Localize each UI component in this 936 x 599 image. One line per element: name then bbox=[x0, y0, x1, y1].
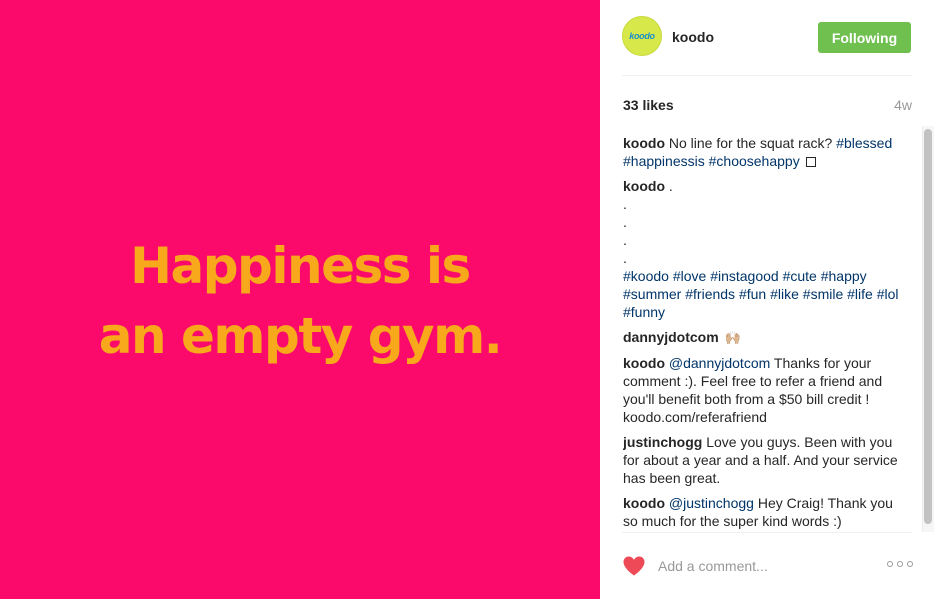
comment-item: justinchogg Love you guys. Been with you… bbox=[623, 433, 903, 487]
hashtag-link[interactable]: #life bbox=[847, 286, 873, 302]
comment-dot-line: . bbox=[623, 196, 627, 212]
comment-item: koodo @dannyjdotcom Thanks for your comm… bbox=[623, 354, 903, 426]
more-dot bbox=[907, 561, 913, 567]
post-image-line-1: Happiness is bbox=[130, 236, 471, 295]
comment-dot-line: . bbox=[623, 250, 627, 266]
post-footer bbox=[622, 532, 913, 599]
comment-item: koodo No line for the squat rack? #bless… bbox=[623, 134, 903, 170]
post-sidebar: koodo koodo Following 33 likes 4w koodo … bbox=[600, 0, 936, 599]
hashtag-link[interactable]: #koodo bbox=[623, 268, 669, 284]
comment-text: . bbox=[665, 178, 673, 194]
post-age[interactable]: 4w bbox=[894, 97, 912, 113]
post-image-line-2: an empty gym. bbox=[98, 306, 503, 365]
raised-hands-icon: 🙌🏼 bbox=[724, 330, 741, 345]
more-options-icon[interactable] bbox=[887, 558, 913, 570]
more-dot bbox=[897, 561, 903, 567]
post-image-text: Happiness is an empty gym. bbox=[98, 231, 503, 371]
post-image[interactable]: Happiness is an empty gym. bbox=[0, 0, 600, 599]
avatar-logo-text: koodo bbox=[629, 31, 655, 41]
hashtag-link[interactable]: #choosehappy bbox=[709, 153, 800, 169]
hashtag-link[interactable]: #blessed bbox=[836, 135, 892, 151]
likes-count[interactable]: 33 likes bbox=[623, 97, 674, 113]
hashtag-link[interactable]: #instagood bbox=[710, 268, 779, 284]
hashtag-link[interactable]: #smile bbox=[803, 286, 843, 302]
hashtag-link[interactable]: #funny bbox=[623, 304, 665, 320]
following-button[interactable]: Following bbox=[818, 22, 911, 53]
comment-username[interactable]: koodo bbox=[623, 355, 665, 371]
more-dot bbox=[887, 561, 893, 567]
post-header: koodo koodo Following bbox=[622, 16, 912, 76]
comments-list: koodo No line for the squat rack? #bless… bbox=[623, 134, 903, 532]
comment-text: No line for the squat rack? bbox=[665, 135, 837, 151]
comment-username[interactable]: koodo bbox=[623, 135, 665, 151]
avatar[interactable]: koodo bbox=[622, 16, 662, 56]
mention-link[interactable]: @justinchogg bbox=[669, 495, 754, 511]
hashtag-link[interactable]: #fun bbox=[739, 286, 766, 302]
comment-item: koodo @justinchogg Hey Craig! Thank you … bbox=[623, 494, 903, 530]
hashtag-link[interactable]: #cute bbox=[783, 268, 817, 284]
comment-username[interactable]: justinchogg bbox=[623, 434, 702, 450]
hashtag-link[interactable]: #happinessis bbox=[623, 153, 705, 169]
hashtag-link[interactable]: #like bbox=[770, 286, 799, 302]
hashtag-link[interactable]: #summer bbox=[623, 286, 681, 302]
add-comment-input[interactable] bbox=[658, 555, 868, 577]
comments-scrollbar-thumb[interactable] bbox=[924, 129, 932, 524]
comment-dot-line: . bbox=[623, 214, 627, 230]
missing-glyph-icon bbox=[805, 157, 816, 167]
heart-filled-icon[interactable] bbox=[622, 554, 646, 578]
comment-dot-line: . bbox=[623, 232, 627, 248]
hashtag-link[interactable]: #friends bbox=[685, 286, 735, 302]
comment-username[interactable]: dannyjdotcom bbox=[623, 329, 719, 345]
mention-link[interactable]: @dannyjdotcom bbox=[669, 355, 770, 371]
comment-username[interactable]: koodo bbox=[623, 495, 665, 511]
comment-item: dannyjdotcom 🙌🏼 bbox=[623, 328, 903, 347]
hashtag-link[interactable]: #lol bbox=[877, 286, 899, 302]
comment-item: koodo . . . . . #koodo #love #instagood … bbox=[623, 177, 903, 321]
post-author-username[interactable]: koodo bbox=[672, 29, 714, 45]
comment-username[interactable]: koodo bbox=[623, 178, 665, 194]
hashtag-link[interactable]: #happy bbox=[821, 268, 867, 284]
hashtag-link[interactable]: #love bbox=[673, 268, 706, 284]
